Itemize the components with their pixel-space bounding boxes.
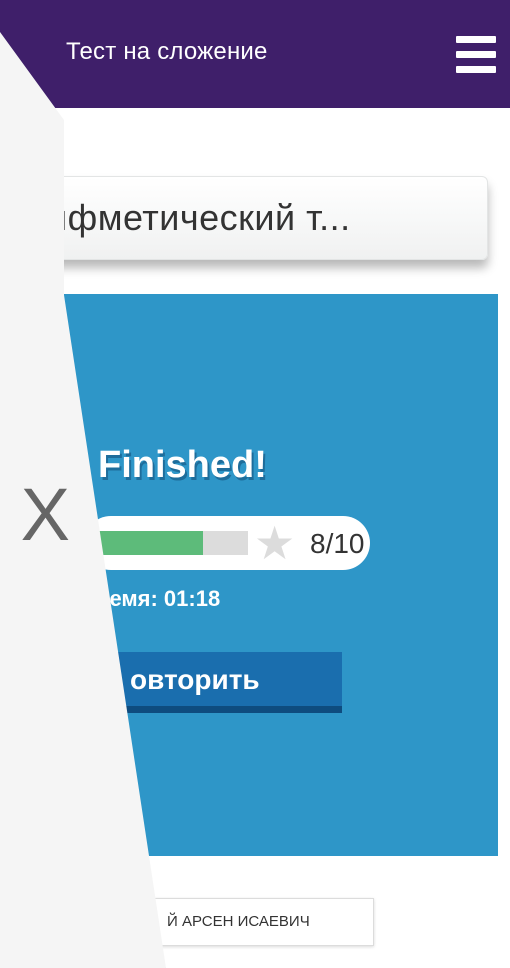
elapsed-time: ремя: 01:18: [96, 586, 221, 611]
close-icon[interactable]: X: [0, 470, 70, 560]
app-title: Тест на сложение: [66, 38, 268, 65]
quiz-title-card[interactable]: ифметический т...: [30, 176, 488, 260]
retry-button-label: овторить: [130, 664, 260, 695]
finished-heading: Finished!: [98, 444, 267, 486]
score-progress-fill: [98, 531, 203, 555]
student-name: Й АРСЕН ИСАЕВИЧ: [167, 913, 310, 930]
student-name-box: Й АРСЕН ИСАЕВИЧ: [142, 898, 374, 946]
app-header: Тест на сложение: [0, 0, 510, 108]
score-pill: ★ 8/10: [84, 516, 370, 570]
score-text: 8/10: [310, 528, 365, 559]
score-progress-bar: [98, 531, 248, 555]
star-icon: ★: [254, 517, 296, 569]
hamburger-menu-icon[interactable]: [456, 36, 496, 74]
quiz-title: ифметический т...: [47, 197, 351, 238]
